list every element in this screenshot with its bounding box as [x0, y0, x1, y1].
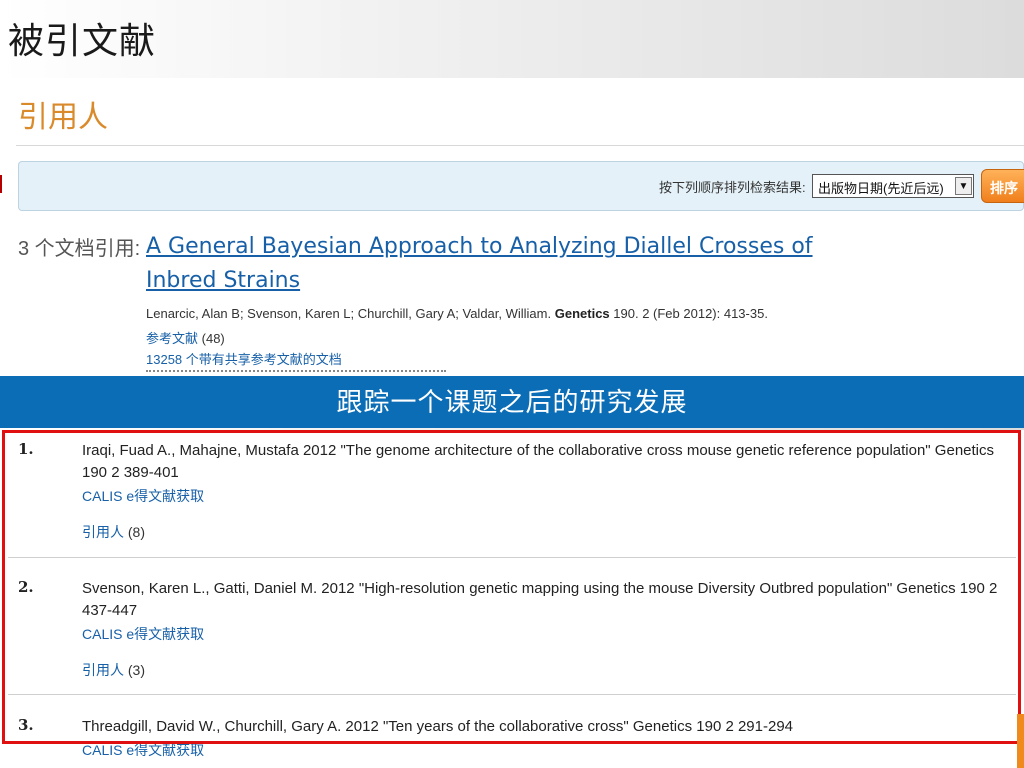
sort-label: 按下列顺序排列检索结果:: [659, 180, 806, 195]
item-divider: [8, 557, 1016, 558]
item-divider: [8, 694, 1016, 695]
citing-list-panel: 1. Iraqi, Fuad A., Mahajne, Mustafa 2012…: [0, 430, 1024, 768]
cited-by-count: (8): [127, 524, 146, 540]
item-number: 1.: [18, 440, 34, 458]
article-title-link[interactable]: A General Bayesian Approach to Analyzing…: [146, 230, 816, 298]
cited-by-link[interactable]: 引用人 (3): [82, 660, 145, 680]
article-details: 190. 2 (Feb 2012): 413-35.: [613, 306, 768, 321]
calis-link[interactable]: CALIS e得文献获取: [82, 486, 204, 506]
item-citation: Threadgill, David W., Churchill, Gary A.…: [82, 718, 794, 735]
section-heading: 引用人: [18, 101, 108, 134]
item-number: 2.: [18, 578, 34, 596]
references-label[interactable]: 参考文献: [146, 331, 198, 346]
cited-by-label[interactable]: 引用人: [82, 524, 124, 540]
shared-references-link[interactable]: 13258 个带有共享参考文献的文档: [146, 349, 342, 368]
item-citation: Svenson, Karen L., Gatti, Daniel M. 2012…: [82, 580, 998, 619]
references-count: (48): [201, 331, 225, 346]
sort-bar: 按下列顺序排列检索结果: 出版物日期(先近后远) ▼ 排序: [18, 161, 1024, 211]
article-meta: Lenarcic, Alan B; Svenson, Karen L; Chur…: [146, 306, 768, 321]
item-number: 3.: [18, 716, 34, 734]
calis-link[interactable]: CALIS e得文献获取: [82, 624, 204, 644]
cited-by-link[interactable]: 引用人 (8): [82, 522, 145, 542]
article-authors: Lenarcic, Alan B; Svenson, Karen L; Chur…: [146, 306, 552, 321]
item-citation: Iraqi, Fuad A., Mahajne, Mustafa 2012 "T…: [82, 442, 994, 481]
sort-selected-value: 出版物日期(先近后远): [818, 181, 944, 196]
article-journal: Genetics: [554, 306, 610, 321]
references-link[interactable]: 参考文献 (48): [146, 328, 225, 347]
cited-by-label[interactable]: 引用人: [82, 662, 124, 678]
caption-banner: 跟踪一个课题之后的研究发展: [0, 376, 1024, 428]
chevron-down-icon[interactable]: ▼: [955, 177, 972, 195]
calis-link[interactable]: CALIS e得文献获取: [82, 740, 204, 760]
cited-by-count: (3): [127, 662, 146, 678]
slide-title: 被引文献: [8, 21, 157, 62]
section-divider: [16, 145, 1024, 146]
sort-order-select[interactable]: 出版物日期(先近后远) ▼: [812, 174, 974, 198]
cited-count-label: 3 个文档引用:: [18, 238, 141, 260]
sort-button[interactable]: 排序: [981, 169, 1024, 203]
orange-corner-accent: [1017, 714, 1024, 768]
cited-by-panel: 引用人 按下列顺序排列检索结果: 出版物日期(先近后远) ▼ 排序 3 个文档引…: [2, 78, 1024, 376]
